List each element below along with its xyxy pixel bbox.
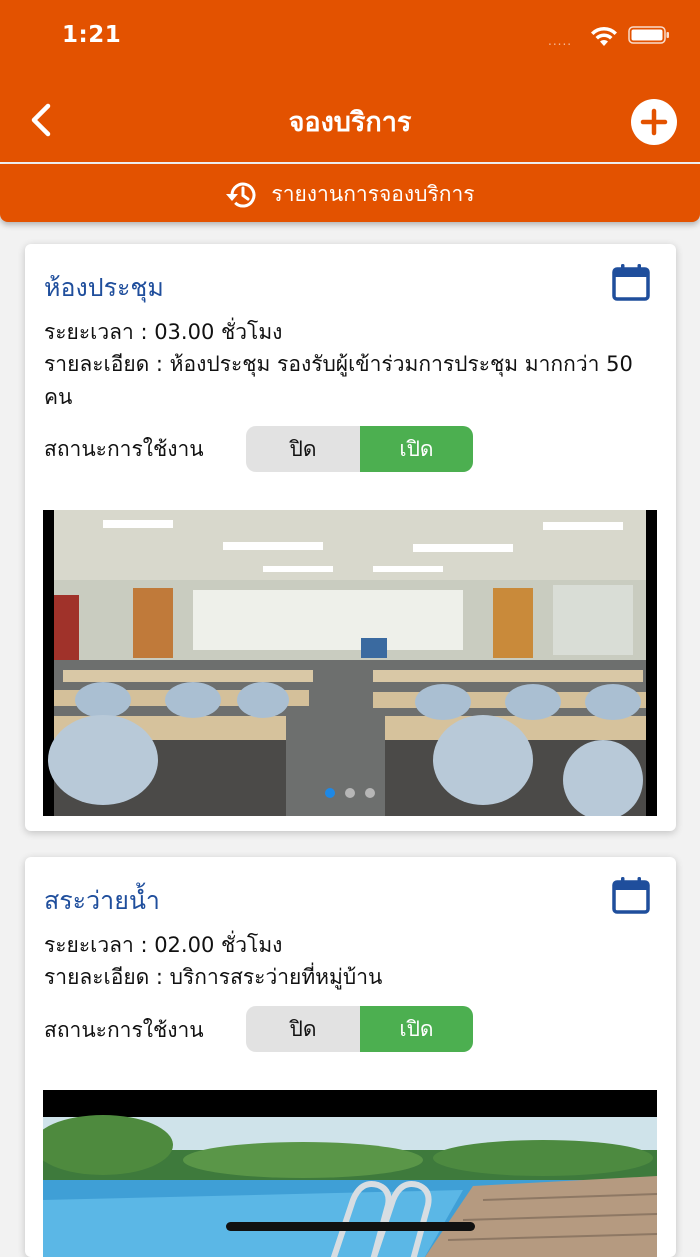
wifi-icon bbox=[591, 26, 617, 46]
meeting-room-photo bbox=[43, 510, 657, 816]
app-header: 1:21 ..... จองบริการ bbox=[0, 0, 700, 162]
booking-report-button[interactable]: รายงานการจองบริการ bbox=[0, 164, 700, 222]
service-duration: ระยะเวลา : 03.00 ชั่วโมง bbox=[44, 320, 283, 344]
status-label: สถานะการใช้งาน bbox=[44, 1018, 204, 1042]
carousel-dot[interactable] bbox=[365, 788, 375, 798]
carousel-dot[interactable] bbox=[325, 788, 335, 798]
booking-report-label: รายงานการจองบริการ bbox=[271, 182, 475, 206]
status-off-button[interactable]: ปิด bbox=[246, 1006, 360, 1052]
status-time: 1:21 bbox=[62, 22, 122, 48]
status-toggle: ปิด เปิด bbox=[246, 426, 473, 472]
service-title: ห้องประชุม bbox=[44, 273, 164, 302]
status-off-button[interactable]: ปิด bbox=[246, 426, 360, 472]
service-details: รายละเอียด : บริการสระว่ายที่หมู่บ้าน bbox=[44, 965, 383, 989]
service-duration: ระยะเวลา : 02.00 ชั่วโมง bbox=[44, 933, 283, 957]
service-card: สระว่ายน้ำ ระยะเวลา : 02.00 ชั่วโมง รายล… bbox=[25, 857, 676, 1257]
carousel-dot[interactable] bbox=[345, 788, 355, 798]
swimming-pool-illustration bbox=[43, 1090, 657, 1257]
battery-icon bbox=[628, 26, 669, 44]
nav-bar: จองบริการ bbox=[0, 88, 700, 154]
history-icon bbox=[226, 182, 256, 208]
carousel-dots bbox=[43, 783, 657, 802]
signal-indicator: ..... bbox=[548, 34, 573, 48]
status-bar: 1:21 ..... bbox=[0, 0, 700, 72]
service-details: รายละเอียด : ห้องประชุม รองรับผู้เข้าร่ว… bbox=[44, 352, 633, 409]
calendar-icon[interactable] bbox=[611, 877, 651, 915]
service-card: ห้องประชุม ระยะเวลา : 03.00 ชั่วโมง รายล… bbox=[25, 244, 676, 831]
home-indicator bbox=[226, 1222, 475, 1231]
status-label: สถานะการใช้งาน bbox=[44, 437, 204, 461]
status-on-button[interactable]: เปิด bbox=[360, 1006, 473, 1052]
page-title: จองบริการ bbox=[288, 107, 412, 138]
service-title: สระว่ายน้ำ bbox=[44, 886, 160, 915]
status-on-button[interactable]: เปิด bbox=[360, 426, 473, 472]
calendar-icon[interactable] bbox=[611, 264, 651, 302]
status-toggle: ปิด เปิด bbox=[246, 1006, 473, 1052]
add-circle-icon[interactable] bbox=[630, 98, 678, 146]
swimming-pool-photo bbox=[43, 1090, 657, 1257]
meeting-room-illustration bbox=[43, 510, 657, 816]
